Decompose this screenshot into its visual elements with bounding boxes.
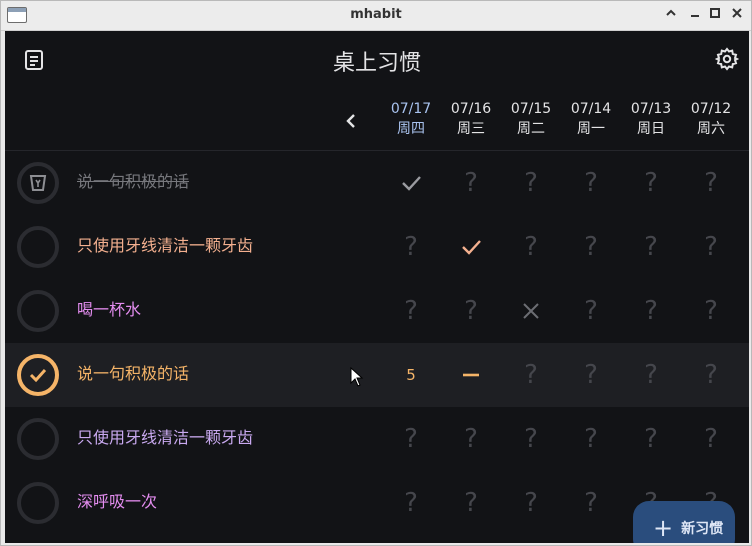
- unknown-status-icon[interactable]: ?: [681, 231, 741, 263]
- habit-name: 只使用牙线清洁一颗牙齿: [77, 236, 254, 255]
- maximize-icon[interactable]: [705, 6, 725, 26]
- habit-name: 说一句积极的话: [77, 364, 190, 383]
- unknown-status-icon[interactable]: ?: [561, 487, 621, 519]
- unknown-status-icon[interactable]: ?: [381, 423, 441, 455]
- date-label: 07/14: [570, 101, 612, 117]
- unknown-status-icon[interactable]: ?: [681, 423, 741, 455]
- date-header: 07/17 周四 07/16 周三 07/15 周二 07/14 周一 07/13 周日 07/12…: [5, 91, 749, 151]
- unknown-status-icon[interactable]: ?: [501, 167, 561, 199]
- habit-progress-ring[interactable]: [17, 482, 59, 524]
- dash-icon[interactable]: [441, 359, 501, 391]
- habit-row[interactable]: 只使用牙线清洁一颗牙齿?????: [5, 215, 749, 279]
- habit-row[interactable]: 喝一杯水?????: [5, 279, 749, 343]
- habit-row[interactable]: 说一句积极的话?????: [5, 151, 749, 215]
- chevron-up-icon[interactable]: [661, 6, 681, 26]
- date-column[interactable]: 07/17 周四: [381, 99, 441, 139]
- date-label: 07/12: [690, 101, 732, 117]
- unknown-status-icon[interactable]: ?: [381, 487, 441, 519]
- count-value[interactable]: 5: [381, 359, 441, 391]
- date-column[interactable]: 07/13 周日: [621, 99, 681, 139]
- date-label: 07/13: [630, 101, 672, 117]
- unknown-status-icon[interactable]: ?: [561, 231, 621, 263]
- unknown-status-icon[interactable]: ?: [681, 167, 741, 199]
- app-content: 桌上习惯 07/17 周四 07/16 周三 07/15 周二 07/14 周一 07/13 周日…: [5, 31, 749, 543]
- cross-icon[interactable]: [501, 295, 561, 327]
- gear-icon[interactable]: [714, 47, 740, 71]
- habit-progress-ring[interactable]: [17, 226, 59, 268]
- unknown-status-icon[interactable]: ?: [621, 423, 681, 455]
- date-column[interactable]: 07/12 周六: [681, 99, 741, 139]
- unknown-status-icon[interactable]: ?: [681, 359, 741, 391]
- unknown-status-icon[interactable]: ?: [441, 487, 501, 519]
- weekday-label: 周三: [457, 121, 485, 137]
- window-titlebar[interactable]: mhabit: [1, 1, 751, 31]
- date-label: 07/15: [510, 101, 552, 117]
- page-title: 桌上习惯: [332, 51, 421, 76]
- unknown-status-icon[interactable]: ?: [621, 231, 681, 263]
- habit-progress-ring-complete[interactable]: [17, 354, 59, 396]
- unknown-status-icon[interactable]: ?: [621, 359, 681, 391]
- new-habit-button[interactable]: + 新习惯: [633, 501, 735, 543]
- habit-name: 深呼吸一次: [77, 492, 158, 511]
- check-icon: [29, 368, 47, 383]
- habit-name: 喝一杯水: [77, 300, 142, 319]
- weekday-label: 周四: [397, 121, 425, 137]
- weekday-label: 周六: [697, 121, 725, 137]
- close-icon[interactable]: [727, 6, 747, 26]
- unknown-status-icon[interactable]: ?: [621, 167, 681, 199]
- unknown-status-icon[interactable]: ?: [441, 295, 501, 327]
- check-icon[interactable]: [381, 167, 441, 199]
- unknown-status-icon[interactable]: ?: [381, 231, 441, 263]
- unknown-status-icon[interactable]: ?: [561, 295, 621, 327]
- plus-icon: +: [653, 514, 674, 542]
- unknown-status-icon[interactable]: ?: [561, 423, 621, 455]
- app-window: mhabit 桌上习惯 07/17 周四 07/16 周三 07/15 周二 0…: [0, 0, 752, 546]
- weekday-label: 周一: [577, 121, 605, 137]
- check-icon[interactable]: [441, 231, 501, 263]
- habit-name: 说一句积极的话: [77, 172, 190, 191]
- habit-progress-ring[interactable]: [17, 418, 59, 460]
- unknown-status-icon[interactable]: ?: [441, 167, 501, 199]
- date-column[interactable]: 07/15 周二: [501, 99, 561, 139]
- habit-name: 只使用牙线清洁一颗牙齿: [77, 428, 254, 447]
- app-header: 桌上习惯: [5, 31, 749, 91]
- unknown-status-icon[interactable]: ?: [561, 359, 621, 391]
- new-habit-label: 新习惯: [681, 521, 724, 537]
- unknown-status-icon[interactable]: ?: [501, 487, 561, 519]
- habit-row[interactable]: 说一句积极的话 5????: [5, 343, 749, 407]
- habit-progress-ring[interactable]: [17, 162, 59, 204]
- date-column[interactable]: 07/16 周三: [441, 99, 501, 139]
- weekday-label: 周二: [517, 121, 545, 137]
- date-label: 07/17: [390, 101, 432, 117]
- weekday-label: 周日: [637, 121, 665, 137]
- mouse-cursor: [350, 367, 364, 387]
- unknown-status-icon[interactable]: ?: [561, 167, 621, 199]
- unknown-status-icon[interactable]: ?: [501, 423, 561, 455]
- unknown-status-icon[interactable]: ?: [681, 295, 741, 327]
- minimize-icon[interactable]: [685, 6, 705, 26]
- window-title: mhabit: [350, 7, 402, 22]
- date-column[interactable]: 07/14 周一: [561, 99, 621, 139]
- date-label: 07/16: [450, 101, 492, 117]
- unknown-status-icon[interactable]: ?: [621, 295, 681, 327]
- unknown-status-icon[interactable]: ?: [501, 359, 561, 391]
- unknown-status-icon[interactable]: ?: [381, 295, 441, 327]
- habit-row[interactable]: 只使用牙线清洁一颗牙齿??????: [5, 407, 749, 471]
- unknown-status-icon[interactable]: ?: [441, 423, 501, 455]
- archive-icon: [29, 175, 47, 191]
- chevron-left-icon[interactable]: [337, 107, 365, 135]
- habit-progress-ring[interactable]: [17, 290, 59, 332]
- unknown-status-icon[interactable]: ?: [501, 231, 561, 263]
